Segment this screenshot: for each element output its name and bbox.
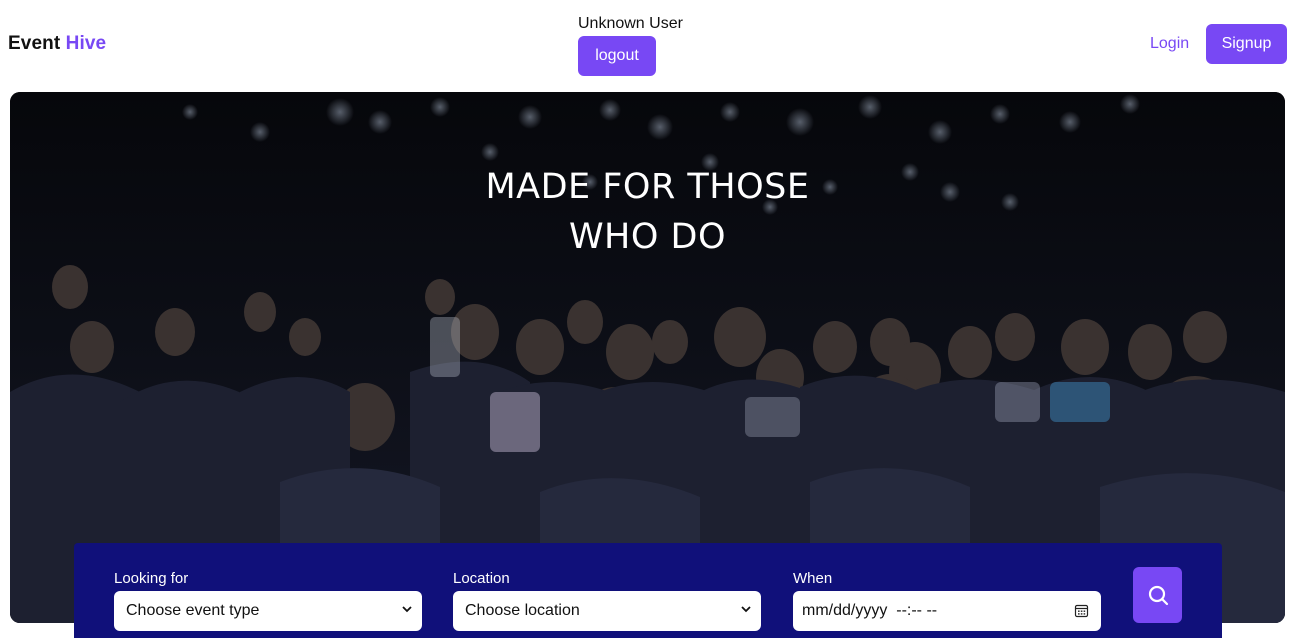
event-search-panel: Looking for Choose event type Location C… [74, 543, 1222, 638]
user-name: Unknown User [578, 15, 683, 32]
search-button[interactable] [1133, 567, 1182, 623]
brand-logo[interactable]: Event Hive [8, 33, 106, 55]
brand-part-hive: Hive [65, 33, 107, 54]
calendar-icon[interactable] [1074, 603, 1089, 618]
event-type-select[interactable]: Choose event type [114, 591, 422, 631]
chevron-down-icon [741, 606, 751, 613]
location-field: Location Choose location [453, 570, 761, 631]
chevron-down-icon [402, 606, 412, 613]
hero-title: MADE FOR THOSE WHO DO [10, 162, 1285, 262]
location-select-value: Choose location [465, 602, 580, 619]
logout-button[interactable]: logout [578, 36, 656, 76]
looking-for-label: Looking for [114, 570, 189, 587]
datetime-input[interactable]: mm/dd/yyyy --:-- -- [793, 591, 1101, 631]
when-field: When mm/dd/yyyy --:-- -- [793, 570, 1101, 631]
location-label: Location [453, 570, 510, 587]
looking-for-field: Looking for Choose event type [114, 570, 422, 631]
hero-title-line-2: WHO DO [568, 217, 727, 257]
search-icon [1148, 585, 1168, 606]
location-select[interactable]: Choose location [453, 591, 761, 631]
user-block: Unknown User logout [578, 14, 683, 76]
when-label: When [793, 570, 833, 587]
login-link[interactable]: Login [1150, 35, 1189, 53]
signup-button[interactable]: Signup [1206, 24, 1287, 64]
hero-title-line-1: MADE FOR THOSE [485, 167, 810, 207]
datetime-input-value: mm/dd/yyyy --:-- -- [802, 602, 938, 619]
event-type-select-value: Choose event type [126, 602, 260, 619]
brand-part-event: Event [8, 33, 61, 54]
